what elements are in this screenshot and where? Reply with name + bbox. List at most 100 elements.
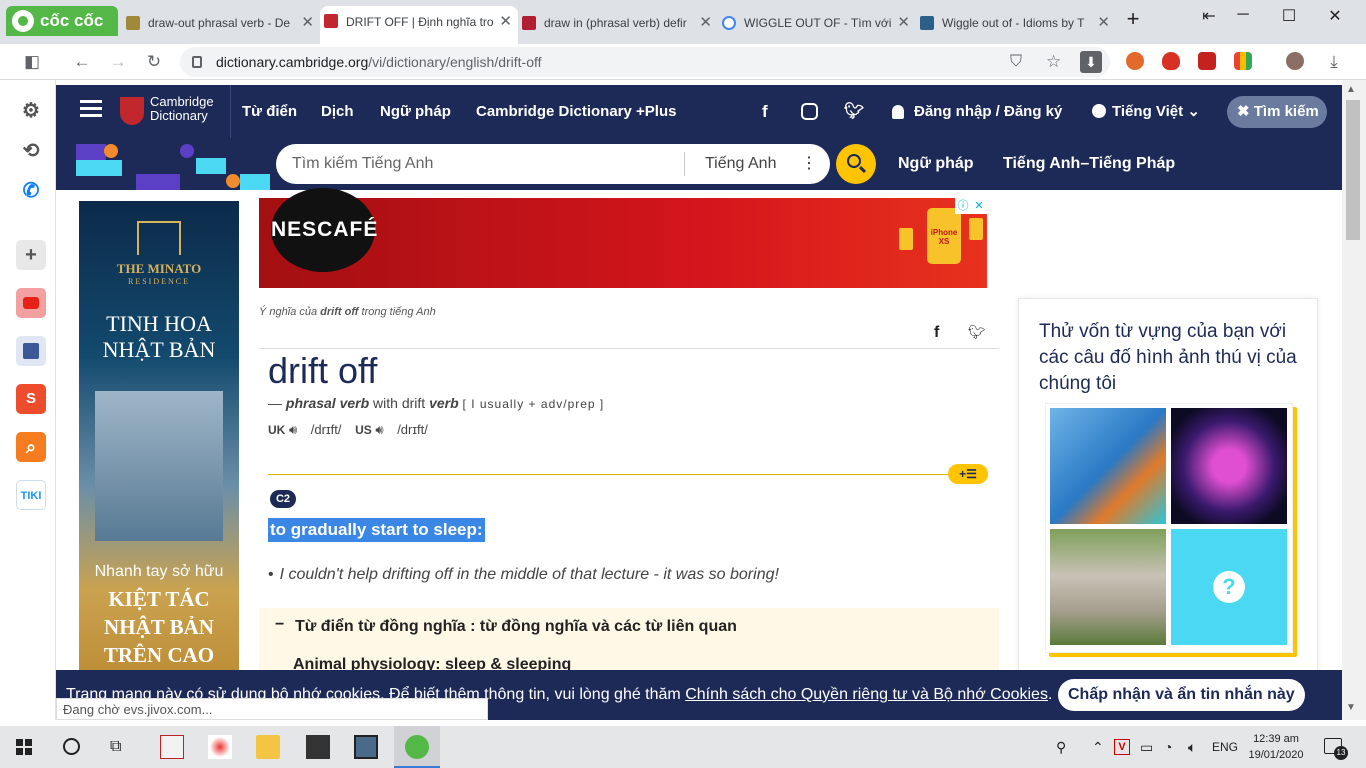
quiz-tile-waterslide[interactable] [1050,408,1166,524]
nav2-en-fr[interactable]: Tiếng Anh–Tiếng Pháp [1003,138,1175,190]
nav-plus[interactable]: Cambridge Dictionary +Plus [476,85,676,138]
youtube-icon[interactable] [16,288,46,318]
tray-chevron-icon[interactable]: ⌃ [1092,726,1104,768]
ad-close-icon[interactable]: ✕ [971,198,987,214]
language-selector[interactable]: Tiếng Việt ⌄ [1112,85,1200,138]
cookie-accept-button[interactable]: Chấp nhận và ẩn tin nhắn này [1058,679,1305,711]
tab-menu-icon[interactable]: ⇤ [1194,6,1224,26]
file-explorer-icon[interactable] [256,735,280,759]
cookie-policy-link[interactable]: Chính sách cho Quyền riêng tư và Bộ nhớ … [685,686,1048,703]
extension-adblock-icon[interactable] [1162,52,1180,70]
close-tab-icon[interactable]: ✕ [301,8,314,38]
task-view-icon[interactable]: ⧉ [110,738,121,756]
search-circle-icon[interactable] [63,738,80,755]
app-icon-2[interactable] [208,735,232,759]
pos-with: with drift [373,395,426,411]
share-facebook-icon[interactable]: f [934,324,939,342]
close-tab-icon[interactable]: ✕ [1097,8,1110,38]
close-tab-icon[interactable]: ✕ [699,8,712,38]
tab-2[interactable]: DRIFT OFF | Định nghĩa tro ✕ [320,6,518,44]
facebook-icon[interactable]: f [762,85,768,138]
search-language-select[interactable]: Tiếng Anh ⋮ [684,152,820,176]
hamburger-menu-icon[interactable] [80,100,102,103]
scroll-thumb[interactable] [1346,100,1360,240]
browser-logo[interactable]: cốc cốc [6,6,118,36]
scroll-up-icon[interactable]: ▲ [1346,84,1356,95]
synonym-header[interactable]: Từ điển từ đồng nghĩa : từ đồng nghĩa và… [295,618,737,636]
add-to-list-button[interactable]: +☰ [948,464,988,484]
app-icon-5[interactable] [354,735,378,759]
tab-3[interactable]: draw in (phrasal verb) defir ✕ [518,8,718,38]
add-panel-icon[interactable]: + [16,240,46,270]
clock[interactable]: 12:39 am 19/01/2020 [1248,731,1304,763]
example-text: I couldn't help drifting off in the midd… [279,566,779,583]
forward-icon[interactable]: → [106,50,130,74]
nav-translate[interactable]: Dịch [321,85,354,138]
nav-grammar[interactable]: Ngữ pháp [380,85,451,138]
minimize-button[interactable]: ─ [1228,6,1258,26]
nav-dictionary[interactable]: Từ điển [242,85,297,138]
quiz-tile-unknown[interactable]: ? [1171,529,1287,645]
facebook-icon[interactable] [16,336,46,366]
quiz-tile-playhouse[interactable] [1050,529,1166,645]
new-tab-button[interactable]: + [1118,6,1148,31]
back-icon[interactable]: ← [70,50,94,74]
bookmark-star-icon[interactable]: ☆ [1046,47,1061,77]
address-bar[interactable]: dictionary.cambridge.org/vi/dictionary/e… [180,47,1110,77]
extension-chrome-icon[interactable] [1126,52,1144,70]
left-ad[interactable]: THE MINATO RESIDENCE TINH HOA NHẬT BẢN N… [79,201,239,720]
tab-4[interactable]: WIGGLE OUT OF - Tìm với C ✕ [718,8,916,38]
coccoc-taskbar-item[interactable] [394,726,440,768]
wifi-icon[interactable]: ◔ [1164,726,1172,768]
decor-shape [180,144,194,158]
input-language[interactable]: ENG [1212,726,1238,768]
volume-icon[interactable]: 🔈︎ [1188,726,1196,768]
download-page-icon[interactable]: ⬇ [1080,51,1102,73]
us-audio-icon[interactable]: 🔊︎ [375,422,383,437]
windows-start-icon[interactable] [16,739,32,755]
tab-1[interactable]: draw-out phrasal verb - De ✕ [122,8,320,38]
shopee-icon[interactable]: S [16,384,46,414]
twitter-icon[interactable]: 🐦︎ [844,85,864,138]
scroll-down-icon[interactable]: ▼ [1346,702,1356,713]
app-icon-1[interactable] [160,735,184,759]
search-app-icon[interactable]: ⌕ [16,432,46,462]
quiz-widget[interactable]: Thử vốn từ vựng của bạn với các câu đố h… [1018,298,1318,720]
level-badge[interactable]: C2 [270,490,296,508]
search-button[interactable] [836,144,876,184]
messenger-icon[interactable]: ✆ [16,176,46,206]
settings-gear-icon[interactable]: ⚙ [16,96,46,126]
extension-color-icon[interactable] [1234,52,1252,70]
nav2-grammar[interactable]: Ngữ pháp [898,138,974,190]
share-twitter-icon[interactable]: 🐦︎ [968,324,986,341]
people-icon[interactable]: ⚲ [1056,726,1066,768]
app-icon-4[interactable] [306,735,330,759]
extension-pdf-icon[interactable] [1198,52,1216,70]
maximize-button[interactable]: ☐ [1274,6,1304,26]
login-link[interactable]: Đăng nhập / Đăng ký [914,85,1062,138]
uk-audio-icon[interactable]: 🔊︎ [289,422,297,437]
search-input[interactable]: Tìm kiếm Tiếng Anh Tiếng Anh ⋮ [276,144,830,184]
collapse-icon[interactable]: − [275,616,284,634]
close-tab-icon[interactable]: ✕ [897,8,910,38]
tab-5[interactable]: Wiggle out of - Idioms by T ✕ [916,8,1116,38]
tab-strip: cốc cốc draw-out phrasal verb - De ✕ DRI… [0,0,1366,44]
shield-icon[interactable]: ⛉ [1010,47,1022,77]
tiki-icon[interactable]: TIKI [16,480,46,510]
battery-icon[interactable]: ▭ [1140,726,1153,768]
profile-avatar[interactable] [1286,52,1304,70]
site-logo[interactable]: Cambridge Dictionary [150,95,214,123]
reload-icon[interactable]: ↻ [142,50,166,74]
sidebar-toggle-icon[interactable]: ◧ [20,50,44,74]
history-icon[interactable]: ⟲ [16,136,46,166]
page-scrollbar[interactable]: ▲ ▼ [1342,80,1366,720]
downloads-icon[interactable]: ⤓ [1322,50,1346,74]
adchoices-icon[interactable]: ⓘ [955,198,971,214]
vietkey-icon[interactable]: V [1114,739,1130,755]
search-toggle-button[interactable]: ✖ Tìm kiếm [1227,96,1327,128]
top-banner-ad[interactable]: NESCAFÉ iPhone XS ⓘ ✕ [259,188,987,288]
instagram-icon[interactable] [801,103,818,120]
quiz-tile-carousel[interactable] [1171,408,1287,524]
close-tab-icon[interactable]: ✕ [499,6,512,38]
close-window-button[interactable]: ✕ [1320,6,1350,26]
